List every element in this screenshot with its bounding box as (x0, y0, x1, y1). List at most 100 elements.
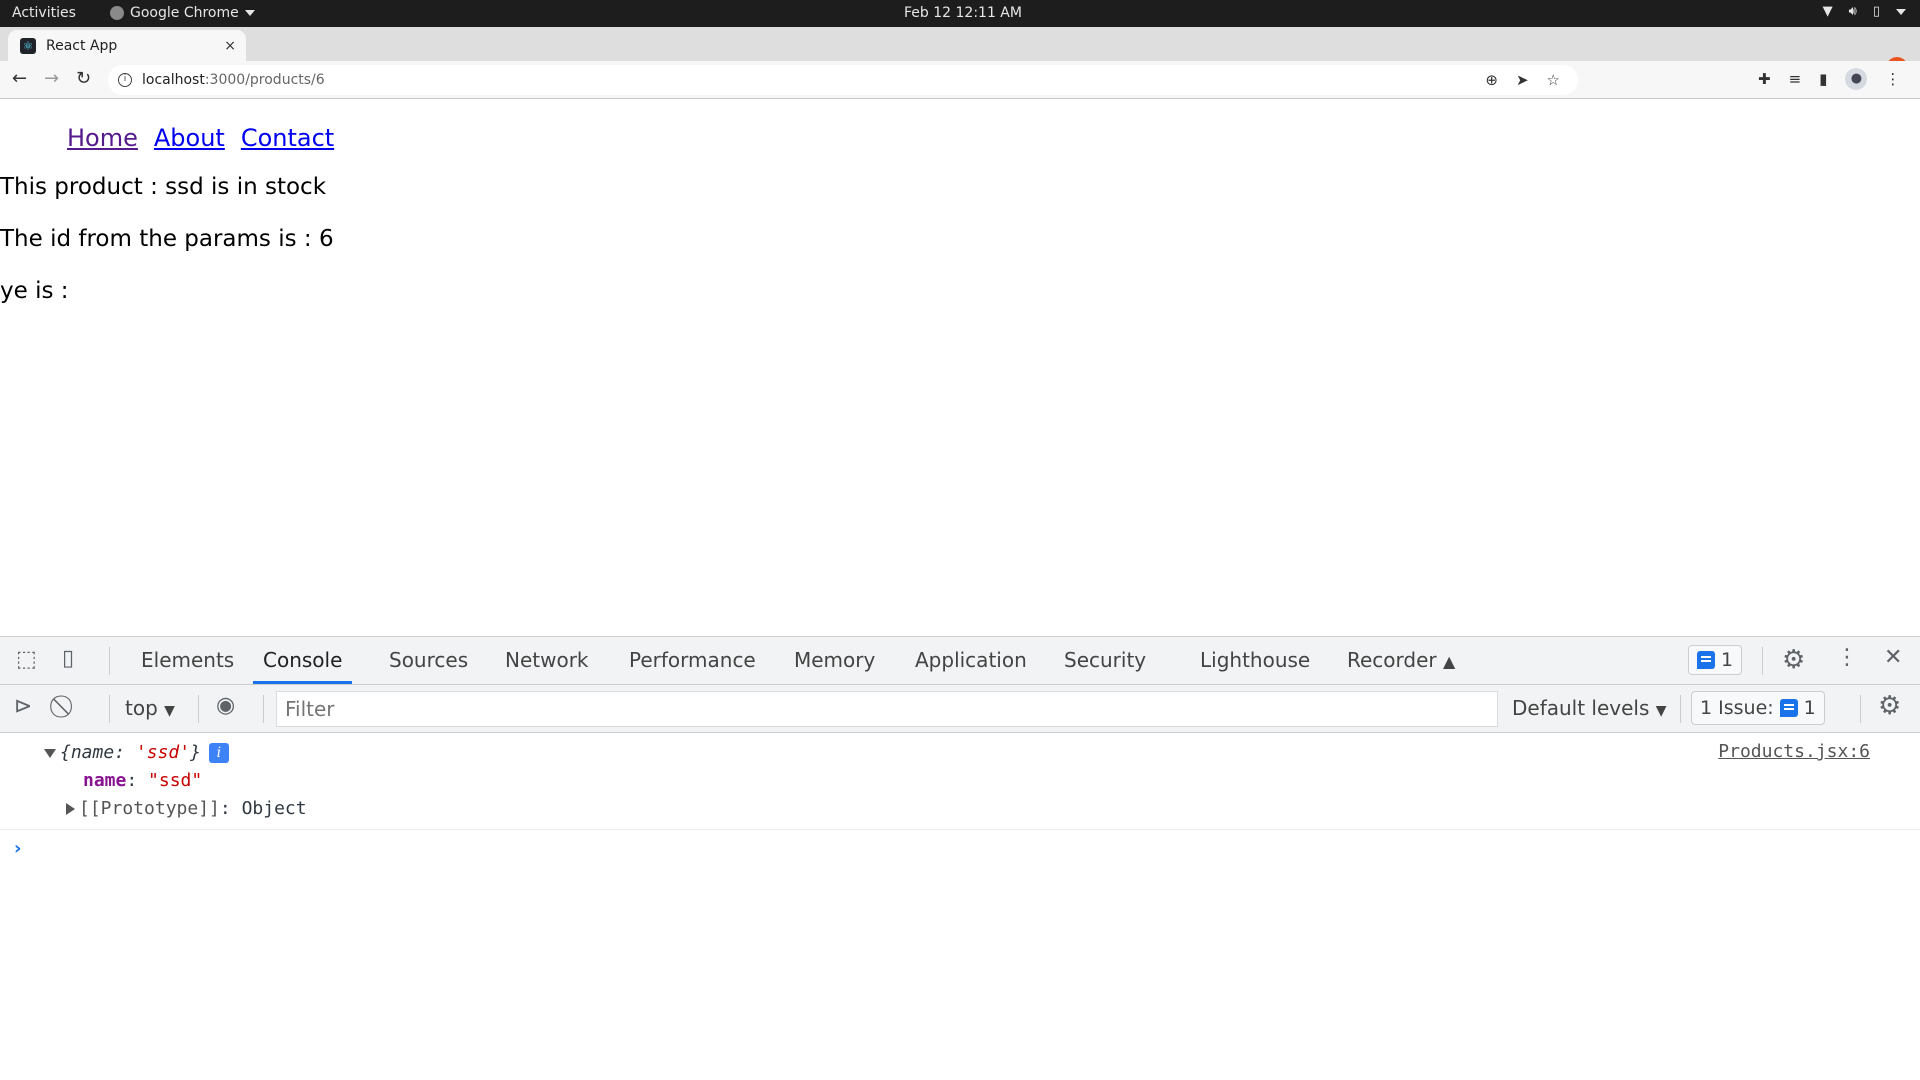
tab-sources[interactable]: Sources (379, 637, 478, 684)
live-expression-eye-icon[interactable]: ◉ (216, 693, 235, 718)
stock-status-text: This product : ssd is in stock (0, 174, 327, 200)
tab-network[interactable]: Network (495, 637, 599, 684)
dropdown-arrow-icon: ▼ (1655, 703, 1667, 719)
extension-bar: ✚ ≡ ▮ ● ⋮ (1758, 68, 1900, 90)
wifi-icon: ▼ (1822, 4, 1833, 19)
object-property: name: "ssd" (83, 770, 202, 791)
divider (1680, 695, 1681, 723)
settings-gear-icon[interactable]: ⚙ (1782, 645, 1805, 675)
property-separator: : (126, 770, 149, 791)
dropdown-arrow-icon: ▼ (164, 703, 175, 719)
devtools-tab-bar: ⬚ ▯ Elements Console Sources Network Per… (0, 637, 1920, 685)
brace-open: { (60, 742, 71, 763)
zoom-icon[interactable]: ⊕ (1485, 71, 1498, 89)
divider (198, 695, 199, 723)
site-info-icon[interactable]: i (118, 73, 132, 87)
device-toolbar-icon[interactable]: ▯ (62, 646, 74, 671)
tab-console[interactable]: Console (253, 637, 353, 684)
chrome-icon (110, 6, 124, 20)
console-prompt-icon[interactable]: › (14, 838, 21, 859)
page-content: Home About Contact This product : ssd is… (0, 100, 1920, 636)
log-levels-label: Default levels (1512, 696, 1650, 720)
devtools-panel: ⬚ ▯ Elements Console Sources Network Per… (0, 636, 1920, 1080)
menu-icon[interactable]: ⋮ (1885, 70, 1900, 88)
flask-icon: ▲ (1443, 652, 1456, 671)
tab-elements[interactable]: Elements (131, 637, 244, 684)
divider (1762, 647, 1763, 675)
close-devtools-icon[interactable]: ✕ (1884, 645, 1902, 670)
browser-tab[interactable]: ⚛ React App × (8, 30, 246, 61)
nav-link-home[interactable]: Home (67, 124, 138, 152)
context-selector-value: top (125, 696, 158, 720)
profile-icon[interactable]: ● (1845, 68, 1868, 90)
divider (263, 695, 264, 723)
object-summary[interactable]: {name: 'ssd'} i (44, 742, 229, 763)
system-menu-icon (1896, 8, 1906, 15)
prototype-separator: : (219, 798, 242, 819)
tab-lighthouse[interactable]: Lighthouse (1190, 637, 1320, 684)
source-link[interactable]: Products.jsx:6 (1718, 741, 1870, 762)
console-toolbar: ⊳ ⃠ top ▼ ◉ Default levels ▼ 1 Issue: 1 … (0, 685, 1920, 733)
side-panel-icon[interactable]: ▮ (1819, 70, 1827, 88)
property-key: name (83, 770, 127, 791)
forward-button[interactable]: → (44, 69, 59, 89)
inspect-element-icon[interactable]: ⬚ (16, 647, 37, 672)
brace-close: } (190, 742, 201, 763)
summary-separator: : (114, 742, 136, 763)
console-log-entry: {name: 'ssd'} i name: "ssd" [[Prototype]]… (0, 734, 1920, 830)
prototype-value: Object (241, 798, 307, 819)
chevron-down-icon (244, 10, 255, 16)
issues-badge-button[interactable]: 1 (1688, 645, 1743, 675)
param-id-text: The id from the params is : 6 (0, 226, 334, 252)
message-icon (1779, 699, 1798, 717)
media-icon[interactable]: ≡ (1789, 70, 1802, 88)
summary-key: name (70, 742, 115, 763)
back-button[interactable]: ← (12, 69, 27, 89)
sidebar-toggle-icon[interactable]: ⊳ (14, 694, 32, 719)
property-value: "ssd" (148, 770, 203, 791)
summary-value: 'ssd' (135, 742, 191, 763)
prototype-row[interactable]: [[Prototype]]: Object (66, 798, 307, 819)
tab-close-icon[interactable]: × (224, 38, 236, 54)
clock[interactable]: Feb 12 12:11 AM (904, 5, 1022, 21)
console-settings-gear-icon[interactable]: ⚙ (1878, 691, 1901, 721)
extensions-icon[interactable]: ✚ (1758, 70, 1771, 88)
battery-icon: ▯ (1872, 4, 1880, 19)
tab-recorder[interactable]: Recorder ▲ (1337, 637, 1465, 684)
tab-performance[interactable]: Performance (619, 637, 766, 684)
bookmark-star-icon[interactable]: ☆ (1547, 71, 1560, 89)
expand-triangle-icon[interactable] (44, 748, 56, 758)
console-output: {name: 'ssd'} i name: "ssd" [[Prototype]]… (0, 734, 1920, 859)
tab-memory[interactable]: Memory (784, 637, 885, 684)
context-selector[interactable]: top ▼ (125, 696, 175, 720)
activities-button[interactable]: Activities (12, 5, 76, 21)
log-levels-dropdown[interactable]: Default levels ▼ (1512, 696, 1667, 720)
tab-security[interactable]: Security (1054, 637, 1156, 684)
issues-label: 1 Issue: (1700, 697, 1774, 719)
ye-text: ye is : (0, 278, 69, 304)
nav-link-contact[interactable]: Contact (241, 124, 334, 152)
system-tray[interactable]: ▼ 🔊︎ ▯ (1823, 4, 1906, 19)
message-icon (1697, 651, 1715, 669)
divider (1860, 695, 1861, 723)
divider (109, 647, 110, 675)
app-menu-label: Google Chrome (130, 5, 239, 21)
os-top-bar: Activities Google Chrome Feb 12 12:11 AM… (0, 0, 1920, 27)
more-options-icon[interactable]: ⋮ (1836, 645, 1858, 670)
info-icon[interactable]: i (208, 743, 229, 763)
address-bar[interactable]: i localhost:3000/products/6 ⊕ ➤ ☆ (108, 65, 1578, 95)
issues-counter-button[interactable]: 1 Issue: 1 (1691, 691, 1825, 725)
expand-triangle-icon[interactable] (66, 803, 75, 815)
volume-icon: 🔊︎ (1848, 4, 1857, 19)
issues-badge-count: 1 (1721, 649, 1734, 671)
nav-link-about[interactable]: About (154, 124, 225, 152)
url-host: localhost (142, 72, 205, 88)
send-icon[interactable]: ➤ (1516, 71, 1529, 89)
reload-button[interactable]: ↻ (76, 69, 91, 89)
browser-toolbar: ← → ↻ i localhost:3000/products/6 ⊕ ➤ ☆ … (0, 61, 1920, 99)
app-menu[interactable]: Google Chrome (110, 5, 255, 21)
react-logo-icon: ⚛ (20, 37, 36, 54)
tab-recorder-label: Recorder (1347, 648, 1437, 672)
console-filter-input[interactable] (276, 691, 1498, 727)
tab-application[interactable]: Application (905, 637, 1037, 684)
